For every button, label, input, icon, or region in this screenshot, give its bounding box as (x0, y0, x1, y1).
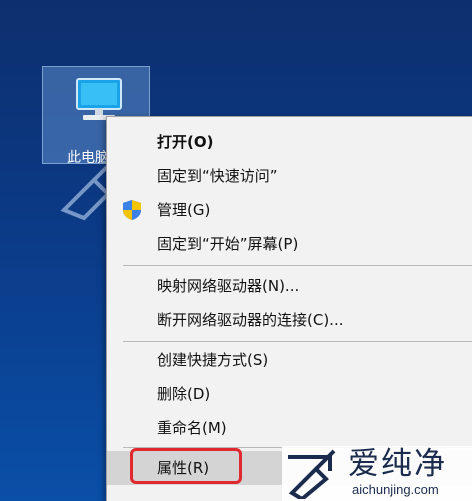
menu-item-map-network-drive[interactable]: 映射网络驱动器(N)... (107, 269, 472, 303)
brand-logo-icon (288, 449, 336, 499)
context-menu: 打开(O) 固定到“快速访问” 管理(G) 固定到“开始”屏幕(P) 映射网络驱… (106, 116, 472, 501)
menu-item-open[interactable]: 打开(O) (107, 125, 472, 159)
watermark: 爱纯净 aichunjing.com (282, 446, 472, 501)
desktop: 此电脑 打开(O) 固定到“快速访问” 管理(G) 固定到“开始”屏幕(P) 映… (0, 0, 472, 501)
menu-item-pin-quick-access[interactable]: 固定到“快速访问” (107, 159, 472, 193)
menu-separator (123, 341, 472, 342)
watermark-title: 爱纯净 (348, 446, 447, 482)
menu-item-delete[interactable]: 删除(D) (107, 377, 472, 411)
uac-shield-icon (123, 200, 141, 220)
menu-item-manage[interactable]: 管理(G) (107, 193, 472, 227)
menu-separator (123, 265, 472, 266)
menu-item-rename[interactable]: 重命名(M) (107, 411, 472, 445)
menu-item-pin-start[interactable]: 固定到“开始”屏幕(P) (107, 227, 472, 261)
menu-item-create-shortcut[interactable]: 创建快捷方式(S) (107, 343, 472, 377)
menu-item-disconnect-network-drive[interactable]: 断开网络驱动器的连接(C)... (107, 303, 472, 337)
watermark-url: aichunjing.com (352, 482, 439, 497)
